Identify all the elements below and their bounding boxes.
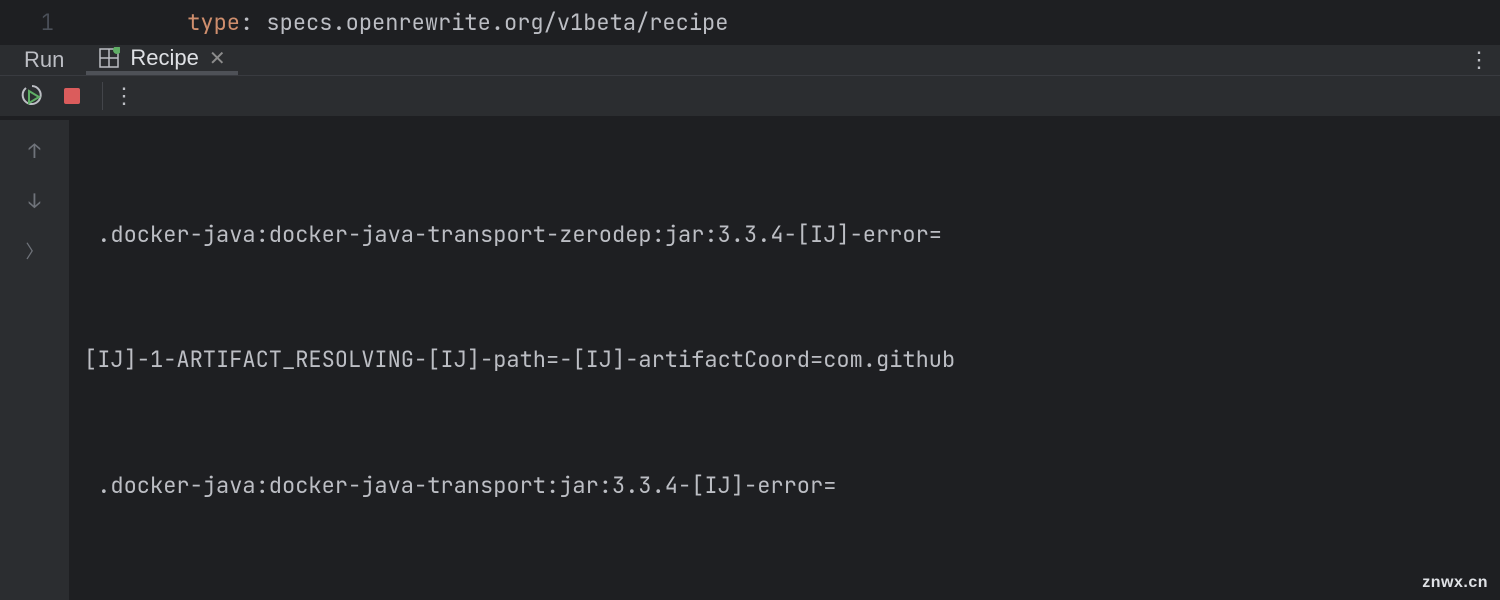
console-line: .docker-java:docker-java-transport:jar:3… (84, 465, 1486, 507)
toolbar-more-icon[interactable]: ⋮ (113, 83, 135, 109)
run-toolbar: ⋮ (0, 76, 1500, 120)
console-line: .docker-java:docker-java-transport-zerod… (84, 214, 1486, 256)
stop-button[interactable] (52, 76, 92, 116)
panel-more-icon[interactable]: ⋮ (1468, 47, 1490, 73)
run-tab[interactable]: Recipe ✕ (86, 45, 237, 75)
line-number: 1 (0, 8, 62, 37)
console-output-area: ↑ ↓ 〉 .docker-java:docker-java-transport… (0, 120, 1500, 600)
panel-title: Run (10, 47, 78, 73)
code-editor[interactable]: 1 type: specs.openrewrite.org/v1beta/rec… (0, 0, 1500, 44)
toolbar-divider (102, 82, 103, 110)
up-arrow-icon[interactable]: ↑ (29, 138, 41, 164)
rerun-button[interactable] (12, 76, 52, 116)
expand-chevron-icon[interactable]: 〉 (26, 238, 44, 264)
console-side-toolbar: ↑ ↓ 〉 (0, 120, 70, 600)
console-line: [IJ]-1-ARTIFACT_RESOLVING-[IJ]-path=-[IJ… (84, 339, 1486, 381)
close-tab-icon[interactable]: ✕ (209, 46, 226, 71)
run-config-icon (98, 47, 120, 69)
watermark: znwx.cn (1422, 574, 1488, 592)
run-panel-header: Run Recipe ✕ ⋮ (0, 44, 1500, 76)
down-arrow-icon[interactable]: ↓ (29, 188, 41, 214)
tab-label: Recipe (130, 45, 198, 71)
console-output[interactable]: .docker-java:docker-java-transport-zerod… (70, 120, 1500, 600)
